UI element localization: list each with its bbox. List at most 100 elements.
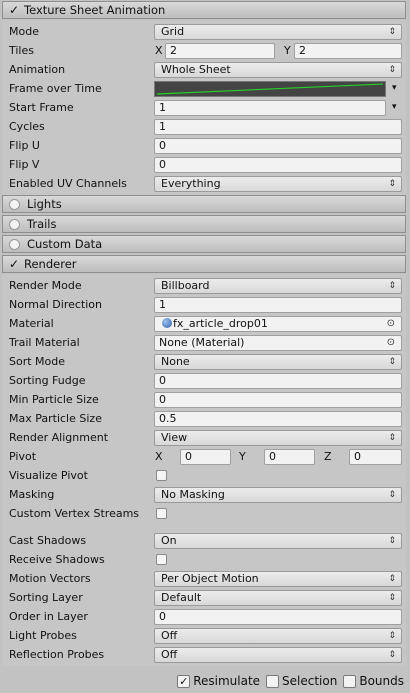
pivot-z-input[interactable]: 0	[349, 449, 402, 465]
label-animation: Animation	[9, 63, 66, 76]
renderer-section: Render Mode Billboard ⇕ Normal Direction…	[2, 274, 406, 666]
uv-channels-value: Everything	[161, 177, 221, 190]
module-enabled-check-icon[interactable]: ✓	[9, 3, 21, 17]
pivot-z-label: Z	[324, 450, 332, 463]
label-mode: Mode	[9, 25, 39, 38]
cast-shadows-dropdown[interactable]: On ⇕	[154, 533, 402, 549]
start-frame-input[interactable]: 1	[154, 100, 386, 116]
resimulate-toggle[interactable]: ✓ Resimulate	[177, 674, 260, 688]
frame-over-time-curve[interactable]	[154, 81, 386, 97]
resimulate-check-icon[interactable]: ✓	[177, 674, 191, 688]
label-sort-mode: Sort Mode	[9, 355, 66, 368]
row-mode: Mode Grid ⇕	[2, 23, 406, 42]
max-particle-size-input[interactable]: 0.5	[154, 411, 402, 427]
tiles-y-label: Y	[284, 44, 291, 57]
label-masking: Masking	[9, 488, 55, 501]
row-uv-channels: Enabled UV Channels Everything ⇕	[2, 175, 406, 194]
row-visualize-pivot: Visualize Pivot	[2, 467, 406, 486]
animation-dropdown[interactable]: Whole Sheet ⇕	[154, 62, 402, 78]
sort-mode-dropdown[interactable]: None ⇕	[154, 354, 402, 370]
label-cycles: Cycles	[9, 120, 45, 133]
pivot-y-label: Y	[239, 450, 246, 463]
object-picker-target-icon[interactable]: ⊙	[387, 317, 395, 331]
cycles-input[interactable]: 1	[154, 119, 402, 135]
module-disabled-toggle-icon[interactable]	[9, 218, 20, 230]
start-frame-options-dropdown-icon[interactable]: ▾	[392, 102, 397, 112]
row-light-probes: Light Probes Off ⇕	[2, 627, 406, 646]
object-picker-target-icon[interactable]: ⊙	[387, 336, 395, 350]
selection-label: Selection	[282, 674, 338, 688]
dropdown-arrow-icon: ⇕	[388, 593, 396, 603]
sorting-layer-dropdown[interactable]: Default ⇕	[154, 590, 402, 606]
curve-options-dropdown-icon[interactable]: ▾	[392, 83, 397, 93]
min-particle-size-input[interactable]: 0	[154, 392, 402, 408]
render-mode-dropdown[interactable]: Billboard ⇕	[154, 278, 402, 294]
tiles-x-input[interactable]: 2	[165, 43, 275, 59]
module-header-custom-data[interactable]: Custom Data	[2, 235, 406, 253]
material-value: fx_article_drop01	[173, 317, 268, 330]
render-alignment-dropdown[interactable]: View ⇕	[154, 430, 402, 446]
module-disabled-toggle-icon[interactable]	[9, 198, 20, 210]
module-title: Lights	[27, 197, 62, 211]
mode-dropdown[interactable]: Grid ⇕	[154, 24, 402, 40]
label-sorting-layer: Sorting Layer	[9, 591, 83, 604]
dropdown-arrow-icon: ⇕	[388, 179, 396, 189]
render-alignment-value: View	[161, 431, 188, 444]
label-frame-over-time: Frame over Time	[9, 82, 102, 95]
resimulate-label: Resimulate	[193, 674, 261, 688]
label-tiles: Tiles	[9, 44, 34, 57]
row-trail-material: Trail Material None (Material) ⊙	[2, 334, 406, 353]
row-frame-over-time: Frame over Time ▾	[2, 80, 406, 99]
module-header-renderer[interactable]: ✓ Renderer	[2, 255, 406, 273]
custom-vertex-streams-checkbox[interactable]	[156, 508, 167, 519]
dropdown-arrow-icon: ⇕	[388, 27, 396, 37]
animation-value: Whole Sheet	[161, 63, 231, 76]
trail-material-value: None (Material)	[159, 336, 245, 349]
visualize-pivot-checkbox[interactable]	[156, 470, 167, 481]
receive-shadows-checkbox[interactable]	[156, 554, 167, 565]
normal-direction-input[interactable]: 1	[154, 297, 402, 313]
selection-checkbox[interactable]	[266, 674, 280, 688]
dropdown-arrow-icon: ⇕	[388, 650, 396, 660]
uv-channels-dropdown[interactable]: Everything ⇕	[154, 176, 402, 192]
masking-dropdown[interactable]: No Masking ⇕	[154, 487, 402, 503]
flip-v-input[interactable]: 0	[154, 157, 402, 173]
module-disabled-toggle-icon[interactable]	[9, 238, 20, 250]
module-header-texture-sheet-animation[interactable]: ✓ Texture Sheet Animation	[2, 1, 406, 19]
pivot-x-input[interactable]: 0	[180, 449, 231, 465]
dropdown-arrow-icon: ⇕	[388, 433, 396, 443]
pivot-y-input[interactable]: 0	[264, 449, 315, 465]
tiles-x-label: X	[155, 44, 163, 57]
bounds-checkbox[interactable]	[343, 674, 357, 688]
label-normal-direction: Normal Direction	[9, 298, 102, 311]
label-min-particle-size: Min Particle Size	[9, 393, 99, 406]
light-probes-dropdown[interactable]: Off ⇕	[154, 628, 402, 644]
row-receive-shadows: Receive Shadows	[2, 551, 406, 570]
bounds-toggle[interactable]: Bounds	[343, 674, 404, 688]
reflection-probes-dropdown[interactable]: Off ⇕	[154, 647, 402, 663]
label-pivot: Pivot	[9, 450, 37, 463]
label-cast-shadows: Cast Shadows	[9, 534, 87, 547]
motion-vectors-dropdown[interactable]: Per Object Motion ⇕	[154, 571, 402, 587]
dropdown-arrow-icon: ⇕	[388, 536, 396, 546]
row-normal-direction: Normal Direction 1	[2, 296, 406, 315]
tiles-y-input[interactable]: 2	[294, 43, 402, 59]
label-custom-vertex-streams: Custom Vertex Streams	[9, 507, 140, 520]
label-visualize-pivot: Visualize Pivot	[9, 469, 88, 482]
row-min-particle-size: Min Particle Size 0	[2, 391, 406, 410]
label-uv-channels: Enabled UV Channels	[9, 177, 127, 190]
label-material: Material	[9, 317, 54, 330]
sorting-fudge-input[interactable]: 0	[154, 373, 402, 389]
order-in-layer-input[interactable]: 0	[154, 609, 402, 625]
flip-u-input[interactable]: 0	[154, 138, 402, 154]
dropdown-arrow-icon: ⇕	[388, 65, 396, 75]
module-header-lights[interactable]: Lights	[2, 195, 406, 213]
module-header-trails[interactable]: Trails	[2, 215, 406, 233]
label-light-probes: Light Probes	[9, 629, 77, 642]
light-probes-value: Off	[161, 629, 178, 642]
material-object-field[interactable]: fx_article_drop01 ⊙	[154, 316, 402, 332]
module-enabled-check-icon[interactable]: ✓	[9, 257, 21, 271]
selection-toggle[interactable]: Selection	[266, 674, 337, 688]
material-sphere-icon	[162, 318, 172, 328]
trail-material-object-field[interactable]: None (Material) ⊙	[154, 335, 402, 351]
